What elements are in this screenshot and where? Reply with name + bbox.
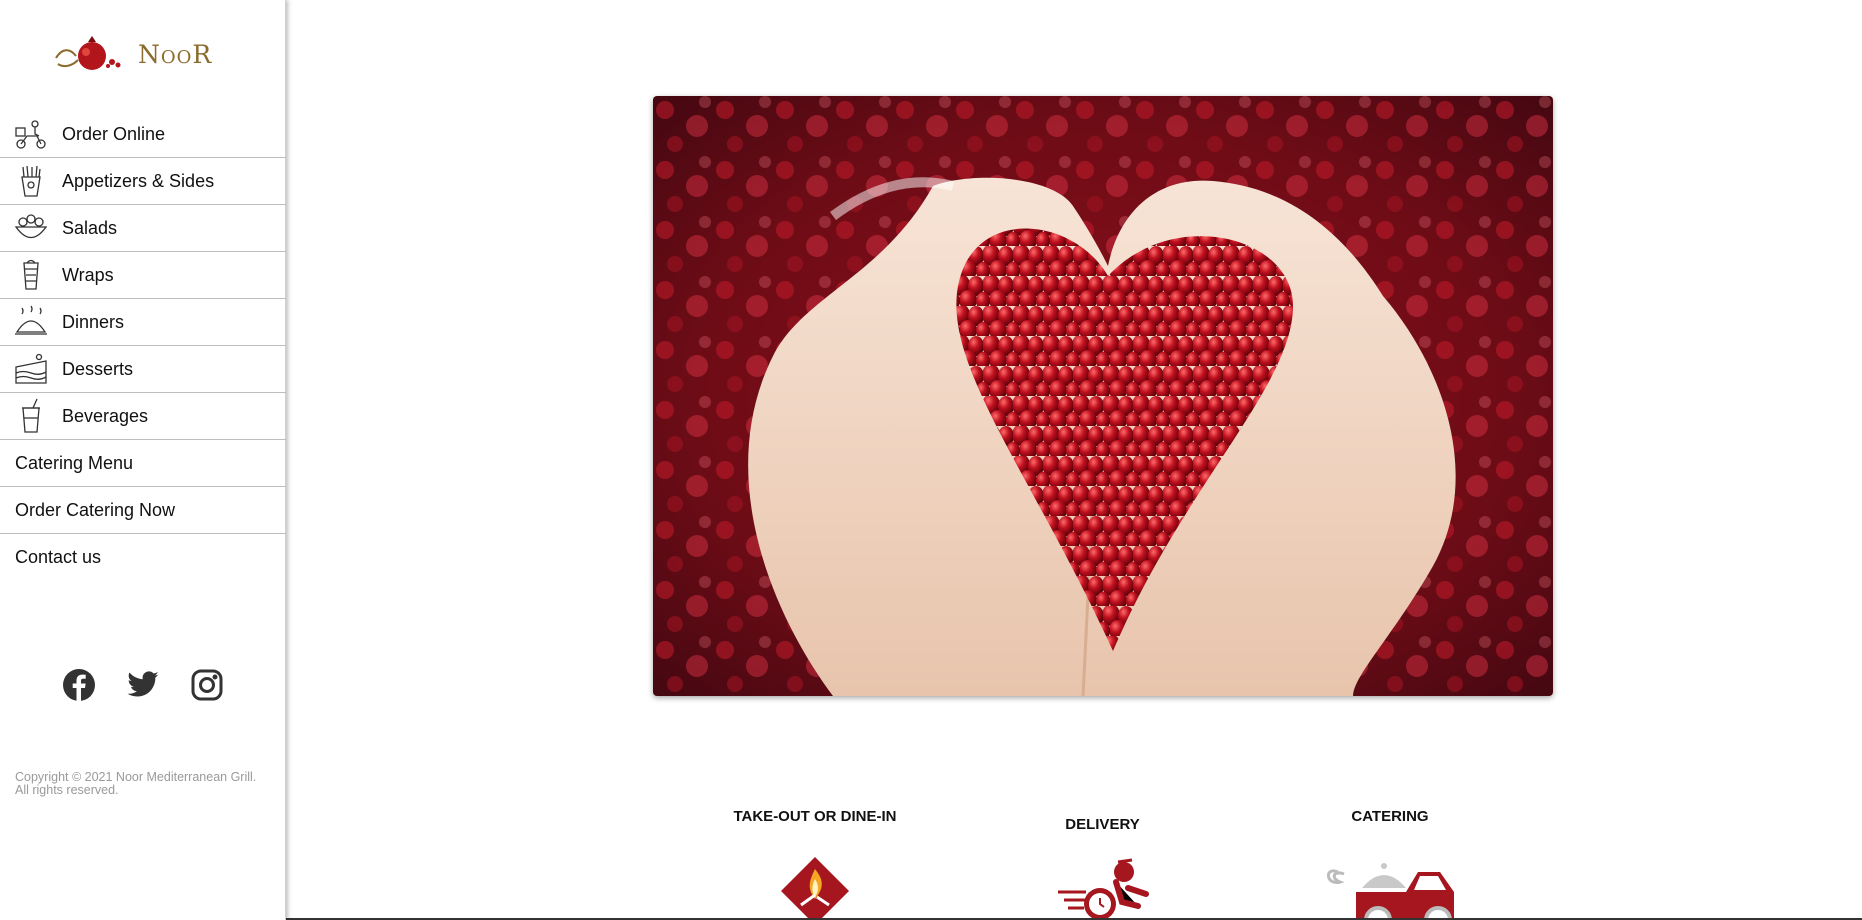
nav-item-label: Order Catering Now: [15, 499, 176, 520]
nav-item-label: Order Online: [62, 123, 166, 144]
nav-item-desserts[interactable]: Desserts: [0, 346, 286, 393]
nav-item-catering-menu[interactable]: Catering Menu: [0, 440, 286, 487]
sidebar: NooR Order Online Appetizers & Sides Sal…: [0, 0, 286, 920]
scooter-icon: [15, 120, 46, 149]
nav-item-dinners[interactable]: Dinners: [0, 299, 286, 346]
nav-item-order-catering[interactable]: Order Catering Now: [0, 487, 286, 534]
nav-item-label: Appetizers & Sides: [62, 170, 215, 191]
noor-logo[interactable]: NooR: [52, 34, 232, 74]
nav-item-label: Beverages: [62, 405, 149, 426]
twitter-icon[interactable]: [126, 668, 160, 702]
nav-item-wraps[interactable]: Wraps: [0, 252, 286, 299]
nav-item-appetizers[interactable]: Appetizers & Sides: [0, 158, 286, 205]
nav-item-contact[interactable]: Contact us: [0, 534, 286, 581]
nav-item-salads[interactable]: Salads: [0, 205, 286, 252]
nav-item-order-online[interactable]: Order Online: [0, 111, 286, 158]
pomegranate-heart-image: [653, 96, 1553, 696]
cloche-icon: [15, 305, 47, 335]
cup-icon: [22, 398, 40, 433]
logo-text: NooR: [138, 39, 213, 69]
catering-car-icon[interactable]: [1322, 860, 1460, 920]
service-takeout-title: TAKE-OUT OR DINE-IN: [733, 808, 897, 825]
main-nav: Order Online Appetizers & Sides Salads W…: [0, 111, 286, 581]
nav-item-label: Dinners: [62, 311, 125, 332]
nav-item-label: Contact us: [15, 547, 102, 567]
pomegranate-logo-icon: [55, 36, 121, 70]
wrap-icon: [23, 259, 39, 290]
delivery-runner-icon[interactable]: [1058, 858, 1162, 920]
nav-item-label: Salads: [62, 217, 118, 238]
service-delivery-title: DELIVERY: [1065, 816, 1140, 833]
hero-image: [653, 96, 1553, 696]
social-links: [62, 668, 224, 702]
nav-item-beverages[interactable]: Beverages: [0, 393, 286, 440]
rights-line: All rights reserved.: [15, 783, 119, 797]
nav-item-label: Catering Menu: [15, 452, 134, 473]
salad-bowl-icon: [14, 214, 48, 239]
cake-icon: [15, 353, 47, 384]
facebook-icon[interactable]: [62, 668, 96, 702]
instagram-icon[interactable]: [190, 668, 224, 702]
copyright-text: Copyright © 2021 Noor Mediterranean Gril…: [15, 771, 275, 797]
fries-icon: [21, 165, 41, 197]
service-catering-title: CATERING: [1351, 808, 1429, 825]
nav-item-label: Desserts: [62, 358, 134, 379]
nav-item-label: Wraps: [62, 264, 114, 285]
fire-diamond-icon[interactable]: [779, 855, 851, 920]
